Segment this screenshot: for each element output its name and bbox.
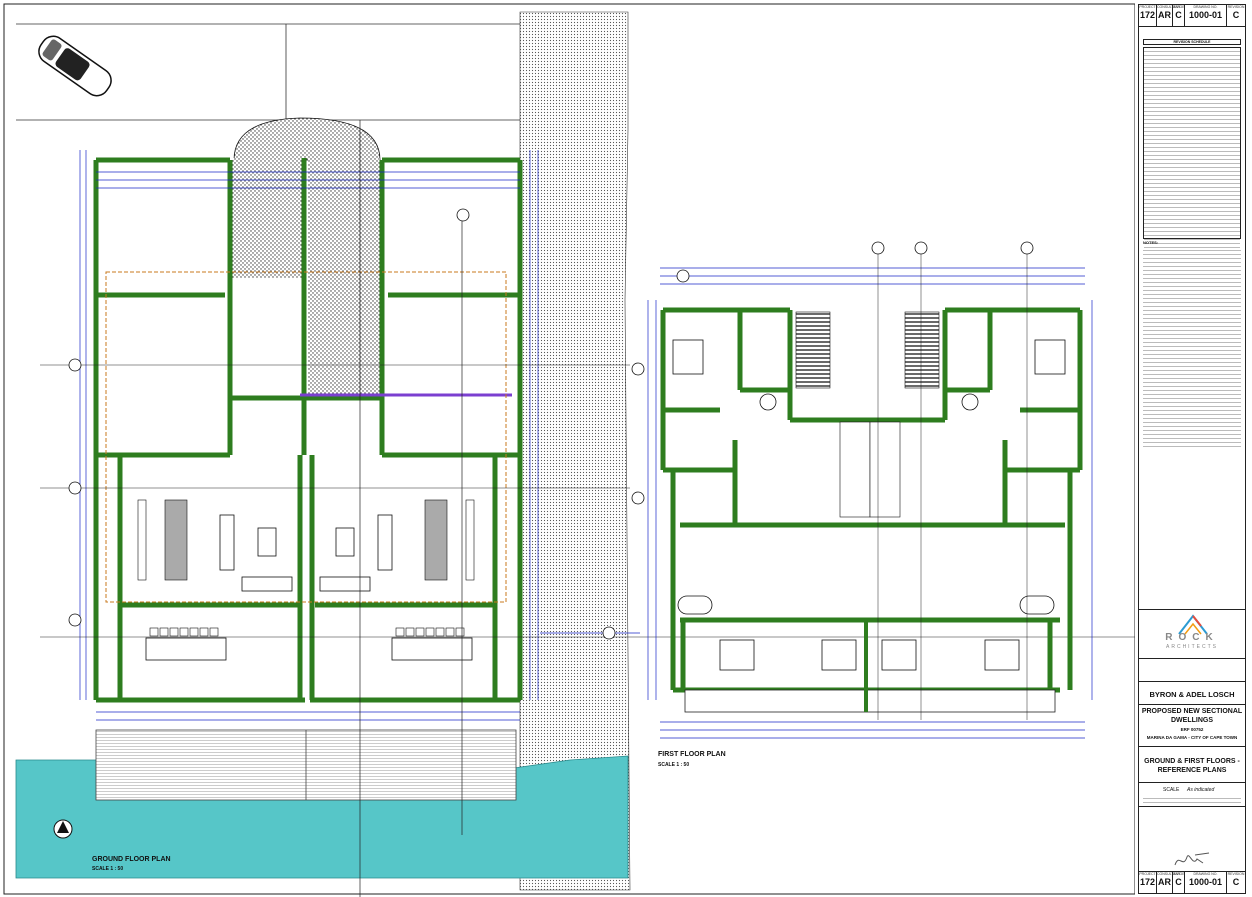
- notes-lines: [1143, 247, 1241, 447]
- car-icon: [38, 35, 112, 97]
- title-block-bottom-strip: PROJECT 172 CONSULTANT AR STAGE C DRAWING N…: [1139, 871, 1245, 893]
- scale-label: SCALE: [1163, 787, 1180, 793]
- north-arrow-icon: [53, 819, 73, 839]
- client-name: BYRON & ADEL LOSCH: [1149, 690, 1235, 699]
- notes-title: NOTES:: [1143, 240, 1159, 245]
- drawing-title-area: GROUND & FIRST FLOORS - REFERENCE PLANS: [1139, 747, 1245, 783]
- revision-schedule-table: [1143, 47, 1241, 248]
- client-area: BYRON & ADEL LOSCH: [1139, 681, 1245, 705]
- ground-floor-plan-title: GROUND FLOOR PLAN: [92, 856, 171, 863]
- firm-logo-area: ROCK ARCHITECTS: [1139, 609, 1245, 659]
- title-block: PROJECT 172 CONSULTANT AR STAGE C DRAWING N…: [1138, 4, 1246, 894]
- first-floor-plan-title: FIRST FLOOR PLAN: [658, 751, 726, 758]
- consultant-cell: CONSULTANT AR: [1157, 5, 1180, 26]
- project-cell: PROJECT 172: [1139, 5, 1157, 26]
- stage-cell: STAGE C: [1173, 5, 1185, 26]
- revision-schedule-title: REVISION SCHEDULE: [1143, 39, 1241, 45]
- first-floor-plan-scale: SCALE 1 : 50: [658, 762, 690, 768]
- scale-value: As indicated: [1187, 787, 1215, 793]
- firm-name: ROCK: [1165, 632, 1219, 643]
- ground-floor-plan-scale: SCALE 1 : 50: [92, 866, 124, 872]
- drawing-title: GROUND & FIRST FLOORS - REFERENCE PLANS: [1144, 758, 1240, 774]
- scale-area: SCALE As indicated: [1139, 783, 1245, 807]
- project-area: PROPOSED NEW SECTIONAL DWELLINGS ERF 007…: [1139, 705, 1245, 747]
- drawing-no-cell: DRAWING NO. 1000-01: [1185, 5, 1227, 26]
- project-title: PROPOSED NEW SECTIONAL DWELLINGS: [1141, 708, 1243, 724]
- project-erf: ERF 00752: [1180, 727, 1204, 732]
- title-block-top-strip: PROJECT 172 CONSULTANT AR STAGE C DRAWING N…: [1139, 5, 1245, 27]
- plans-drawing: [3, 3, 1135, 897]
- firm-subtitle: ARCHITECTS: [1166, 644, 1218, 650]
- project-location: MARINA DA GAMA - CITY OF CAPE TOWN: [1146, 735, 1238, 740]
- drawing-sheet: GROUND FLOOR PLAN SCALE 1 : 50 FIRST FLO…: [0, 0, 1252, 897]
- revision-cell: REVISION C: [1227, 5, 1245, 20]
